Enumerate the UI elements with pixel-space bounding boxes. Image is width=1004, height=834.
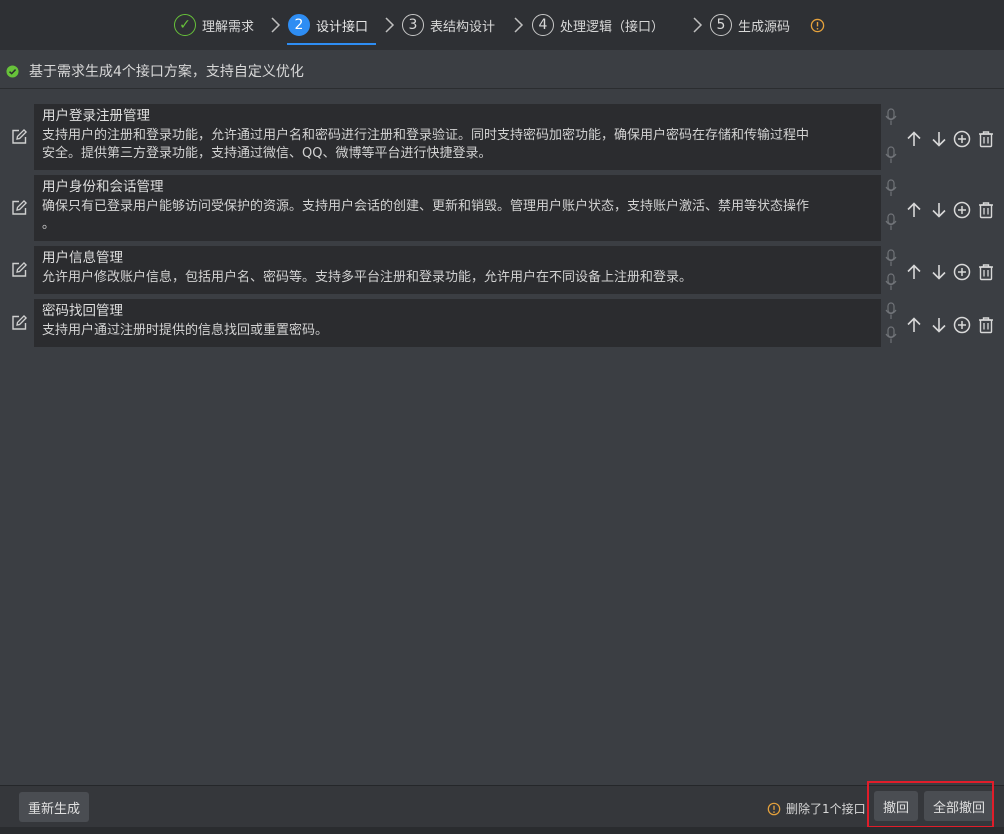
step-1[interactable]: ✓ 理解需求 [174, 12, 254, 38]
generation-notice: 基于需求生成4个接口方案，支持自定义优化 [6, 60, 304, 82]
arrow-up-icon[interactable] [905, 201, 923, 219]
interface-description: 支持用户的注册和登录功能，允许通过用户名和密码进行注册和登录验证。同时支持密码加… [42, 127, 873, 163]
edit-icon[interactable] [10, 314, 28, 332]
add-circle-icon[interactable] [953, 201, 971, 219]
arrow-up-icon[interactable] [905, 130, 923, 148]
delete-icon[interactable] [977, 316, 995, 334]
undo-button[interactable]: 撤回 [874, 791, 919, 821]
edit-icon[interactable] [10, 199, 28, 217]
interface-card[interactable]: 密码找回管理 支持用户通过注册时提供的信息找回或重置密码。 [34, 299, 881, 347]
step-4-label: 处理逻辑（接口） [560, 19, 665, 35]
description-line: 支持用户的注册和登录功能，允许通过用户名和密码进行注册和登录验证。同时支持密码加… [42, 128, 810, 143]
step-2[interactable]: 2 设计接口 [288, 12, 368, 38]
add-circle-icon[interactable] [953, 316, 971, 334]
arrow-down-icon[interactable] [930, 263, 948, 281]
divider [0, 88, 1004, 89]
description-line: 确保只有已登录用户能够访问受保护的资源。支持用户会话的创建、更新和销毁。管理用户… [42, 199, 810, 214]
arrow-down-icon[interactable] [930, 130, 948, 148]
interface-description: 支持用户通过注册时提供的信息找回或重置密码。 [42, 322, 873, 340]
arrow-up-icon[interactable] [905, 316, 923, 334]
notice-text: 基于需求生成4个接口方案，支持自定义优化 [29, 64, 304, 80]
status-text: 删除了1个接口 [786, 802, 866, 816]
step-5[interactable]: 5 生成源码 [710, 12, 790, 38]
interface-item: 密码找回管理 支持用户通过注册时提供的信息找回或重置密码。 [0, 299, 1004, 347]
interface-item: 用户身份和会话管理 确保只有已登录用户能够访问受保护的资源。支持用户会话的创建、… [0, 175, 1004, 241]
interface-item: 用户信息管理 允许用户修改账户信息，包括用户名、密码等。支持多平台注册和登录功能… [0, 246, 1004, 294]
bottom-strip [0, 827, 1004, 834]
arrow-up-icon[interactable] [905, 263, 923, 281]
description-line: 。 [42, 217, 56, 232]
delete-icon[interactable] [977, 263, 995, 281]
description-line: 支持用户通过注册时提供的信息找回或重置密码。 [42, 323, 329, 338]
step-1-check-icon: ✓ [174, 14, 196, 36]
add-circle-icon[interactable] [953, 263, 971, 281]
step-3-number: 3 [402, 14, 424, 36]
interface-title: 用户信息管理 [42, 250, 123, 266]
interface-card[interactable]: 用户登录注册管理 支持用户的注册和登录功能，允许通过用户名和密码进行注册和登录验… [34, 104, 881, 170]
step-4[interactable]: 4 处理逻辑（接口） [532, 12, 664, 38]
chevron-right-icon [385, 17, 395, 33]
active-step-indicator [287, 43, 376, 45]
info-circle-icon[interactable] [810, 18, 825, 33]
microphone-icon[interactable] [884, 213, 898, 231]
chevron-right-icon [514, 17, 524, 33]
interface-description: 确保只有已登录用户能够访问受保护的资源。支持用户会话的创建、更新和销毁。管理用户… [42, 198, 873, 234]
regenerate-button[interactable]: 重新生成 [19, 792, 90, 822]
microphone-icon[interactable] [884, 108, 898, 126]
chevron-right-icon [693, 17, 703, 33]
add-circle-icon[interactable] [953, 130, 971, 148]
microphone-icon[interactable] [884, 179, 898, 197]
interface-title: 用户身份和会话管理 [42, 179, 164, 195]
step-5-number: 5 [710, 14, 732, 36]
step-3[interactable]: 3 表结构设计 [402, 12, 495, 38]
description-line: 安全。提供第三方登录功能，支持通过微信、QQ、微博等平台进行快捷登录。 [42, 146, 492, 161]
warning-icon [767, 802, 781, 815]
microphone-icon[interactable] [884, 273, 898, 291]
edit-icon[interactable] [10, 261, 28, 279]
undo-all-button[interactable]: 全部撤回 [924, 791, 995, 821]
check-circle-icon [6, 64, 19, 78]
interface-card[interactable]: 用户信息管理 允许用户修改账户信息，包括用户名、密码等。支持多平台注册和登录功能… [34, 246, 881, 294]
interface-card[interactable]: 用户身份和会话管理 确保只有已登录用户能够访问受保护的资源。支持用户会话的创建、… [34, 175, 881, 241]
interface-title: 用户登录注册管理 [42, 108, 150, 124]
step-4-number: 4 [532, 14, 554, 36]
microphone-icon[interactable] [884, 302, 898, 320]
arrow-down-icon[interactable] [930, 201, 948, 219]
interface-item: 用户登录注册管理 支持用户的注册和登录功能，允许通过用户名和密码进行注册和登录验… [0, 104, 1004, 170]
edit-icon[interactable] [10, 128, 28, 146]
interface-title: 密码找回管理 [42, 303, 123, 319]
step-2-label: 设计接口 [316, 19, 369, 35]
step-2-number: 2 [288, 14, 310, 36]
chevron-right-icon [271, 17, 281, 33]
arrow-down-icon[interactable] [930, 316, 948, 334]
stepper: ✓ 理解需求 2 设计接口 3 表结构设计 4 处理逻辑（接口） 5 生成源码 [0, 0, 1004, 50]
microphone-icon[interactable] [884, 249, 898, 267]
step-5-label: 生成源码 [738, 19, 791, 35]
delete-icon[interactable] [977, 201, 995, 219]
step-1-label: 理解需求 [202, 19, 255, 35]
delete-icon[interactable] [977, 130, 995, 148]
step-3-label: 表结构设计 [430, 19, 496, 35]
microphone-icon[interactable] [884, 326, 898, 344]
microphone-icon[interactable] [884, 146, 898, 164]
undo-status: 删除了1个接口 [767, 800, 866, 817]
description-line: 允许用户修改账户信息，包括用户名、密码等。支持多平台注册和登录功能，允许用户在不… [42, 270, 693, 285]
interface-description: 允许用户修改账户信息，包括用户名、密码等。支持多平台注册和登录功能，允许用户在不… [42, 269, 873, 287]
